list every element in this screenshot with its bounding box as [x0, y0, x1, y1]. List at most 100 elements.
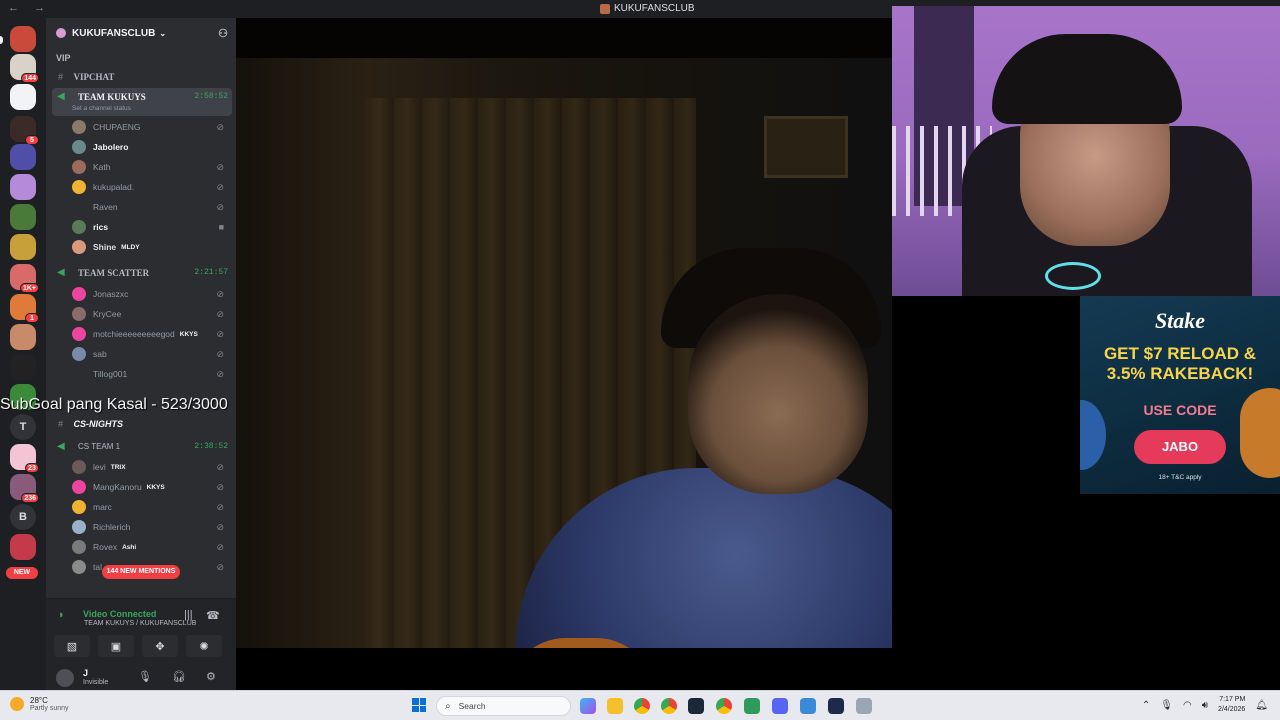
chrome-profile-icon[interactable] — [661, 698, 677, 714]
channel-status-field[interactable]: Set a channel status — [72, 105, 131, 112]
server-avatar-10[interactable]: 1 — [10, 294, 39, 323]
soundboard-button[interactable]: ✺ — [186, 635, 222, 657]
stream-video[interactable] — [236, 18, 892, 648]
voice-user[interactable]: Kath ⊘ — [72, 158, 228, 176]
settings-gear-icon[interactable]: ⚙ — [206, 670, 216, 683]
server-avatar-8[interactable] — [10, 234, 36, 260]
app-icon[interactable] — [744, 698, 760, 714]
chevron-up-icon[interactable]: ⌃ — [1142, 700, 1150, 711]
user-name: tal — [93, 562, 102, 572]
server-avatar-12[interactable] — [10, 354, 36, 380]
copilot-icon[interactable] — [580, 698, 596, 714]
chrome-alt-icon[interactable] — [716, 698, 732, 714]
channel-vipchat[interactable]: # VIPCHAT — [58, 72, 248, 82]
voice-user[interactable]: Raven ⊘ — [72, 198, 228, 216]
user-panel: J Invisible 🎙︎ 🎧︎ ⚙ — [46, 662, 236, 690]
screen-share-button[interactable]: ▣ — [98, 635, 134, 657]
notification-bell-icon[interactable]: 🔔︎ — [1255, 700, 1268, 711]
activities-icon: ✥ — [155, 640, 165, 653]
unread-badge: 236 — [21, 493, 39, 503]
user-avatar[interactable] — [56, 669, 74, 687]
voice-user[interactable]: sab ⊘ — [72, 345, 228, 363]
voice-status[interactable]: Video Connected — [83, 609, 156, 619]
camera-toggle-button[interactable]: ▧ — [54, 635, 90, 657]
voice-user[interactable]: Rovex Ashi ⊘ — [72, 538, 228, 556]
voice-user[interactable]: Tillog001 ⊘ — [72, 365, 228, 383]
editor-icon[interactable] — [828, 698, 844, 714]
weather-widget[interactable]: 28°C Partly sunny — [10, 696, 69, 712]
server-avatar-2[interactable]: 144 — [10, 54, 39, 83]
voice-user[interactable]: MangKanoru KKYS ⊘ — [72, 478, 228, 496]
deafened-icon: ⊘ — [216, 308, 224, 319]
chevron-down-icon: ⌄ — [159, 28, 167, 38]
deafened-icon: ⊘ — [216, 181, 224, 192]
clock-date: 2/4/2026 — [1218, 706, 1246, 713]
taskbar-search[interactable]: ⌕ Search — [436, 696, 571, 716]
steam-icon[interactable] — [688, 698, 704, 714]
voice-user[interactable]: marc ⊘ — [72, 498, 228, 516]
user-name[interactable]: J — [83, 668, 88, 678]
signal-icon[interactable]: ◗ — [58, 609, 65, 621]
person-face — [688, 294, 868, 494]
ad-code-label: USE CODE — [1143, 402, 1217, 418]
server-avatar-5[interactable] — [10, 144, 36, 170]
notepad-icon[interactable] — [800, 698, 816, 714]
windows-start-icon[interactable] — [412, 698, 426, 712]
server-avatar-6[interactable] — [10, 174, 36, 200]
category-vip[interactable]: VIP — [56, 53, 246, 63]
server-avatar-3[interactable] — [10, 84, 36, 110]
new-mentions-pill[interactable]: 144 NEW MENTIONS — [102, 565, 180, 579]
back-forward-nav[interactable]: ← → — [8, 2, 51, 14]
avatar — [72, 367, 86, 381]
server-name: KUKUFANSCLUB — [72, 27, 156, 39]
category-label: VIP — [56, 53, 71, 63]
new-unreads-pill[interactable]: NEW — [6, 567, 38, 579]
voice-user[interactable]: Richlerich ⊘ — [72, 518, 228, 536]
disconnect-icon[interactable]: ☎ — [206, 609, 220, 622]
voice-user[interactable]: CHUPAENG ⊘ — [72, 118, 228, 136]
discord-icon[interactable] — [772, 698, 788, 714]
headphones-icon[interactable]: 🎧︎ — [172, 670, 186, 683]
voice-channel-team-kukuys[interactable]: ◀ TEAM KUKUYS 2:58:52 Set a channel stat… — [52, 88, 232, 116]
weather-condition: Partly sunny — [30, 705, 69, 712]
category-cs-nights[interactable]: # CS-NIGHTS — [58, 419, 248, 429]
server-avatar-4[interactable]: 5 — [10, 116, 39, 145]
voice-user[interactable]: kukupalad. ⊘ — [72, 178, 228, 196]
snipping-icon[interactable] — [856, 698, 872, 714]
voice-user[interactable]: motchieeeeeeeeegod KKYS ⊘ — [72, 325, 228, 343]
activities-button[interactable]: ✥ — [142, 635, 178, 657]
voice-user[interactable]: levi TRIX ⊘ — [72, 458, 228, 476]
voice-user[interactable]: rics ■ — [72, 218, 228, 236]
server-avatar-15[interactable]: 236 — [10, 474, 39, 503]
voice-location[interactable]: TEAM KUKUYS / KUKUFANSCLUB — [84, 620, 196, 627]
voice-user[interactable]: Jabolero — [72, 138, 228, 156]
server-avatar-14[interactable]: 23 — [10, 444, 39, 473]
volume-icon[interactable]: 🔊︎ — [1202, 700, 1208, 711]
microphone-icon[interactable]: 🎙︎ — [1160, 700, 1173, 711]
server-header[interactable]: KUKUFANSCLUB ⌄ ⚇ — [46, 18, 236, 48]
server-avatar-11[interactable] — [10, 324, 36, 350]
clock[interactable]: 7:17 PM 2/4/2026 — [1218, 695, 1245, 715]
server-avatar-7[interactable] — [10, 204, 36, 230]
server-letter-t[interactable]: T — [10, 414, 36, 440]
user-tag: Ashi — [122, 543, 137, 551]
microphone-icon[interactable]: 🎙︎ — [138, 670, 152, 683]
add-user-icon[interactable]: ⚇ — [218, 27, 228, 40]
server-avatar-1[interactable] — [10, 26, 36, 52]
voice-user[interactable]: Shine MLDY — [72, 238, 228, 256]
voice-user[interactable]: Jonaszxc ⊘ — [72, 285, 228, 303]
avatar — [72, 480, 86, 494]
search-placeholder: Search — [458, 701, 486, 711]
ad-code-button: JABO — [1134, 430, 1226, 464]
avatar — [72, 200, 86, 214]
avatar — [72, 347, 86, 361]
server-avatar-16[interactable] — [10, 534, 36, 560]
server-avatar-9[interactable]: 1K+ — [10, 264, 39, 293]
voice-user[interactable]: KryCee ⊘ — [72, 305, 228, 323]
chrome-icon[interactable] — [634, 698, 650, 714]
wifi-icon[interactable]: ◠ — [1183, 700, 1192, 711]
server-letter-b[interactable]: B — [10, 504, 36, 530]
noise-suppression-icon[interactable]: ||| — [184, 609, 193, 621]
speaker-icon: ◀ — [57, 267, 65, 278]
file-explorer-icon[interactable] — [607, 698, 623, 714]
